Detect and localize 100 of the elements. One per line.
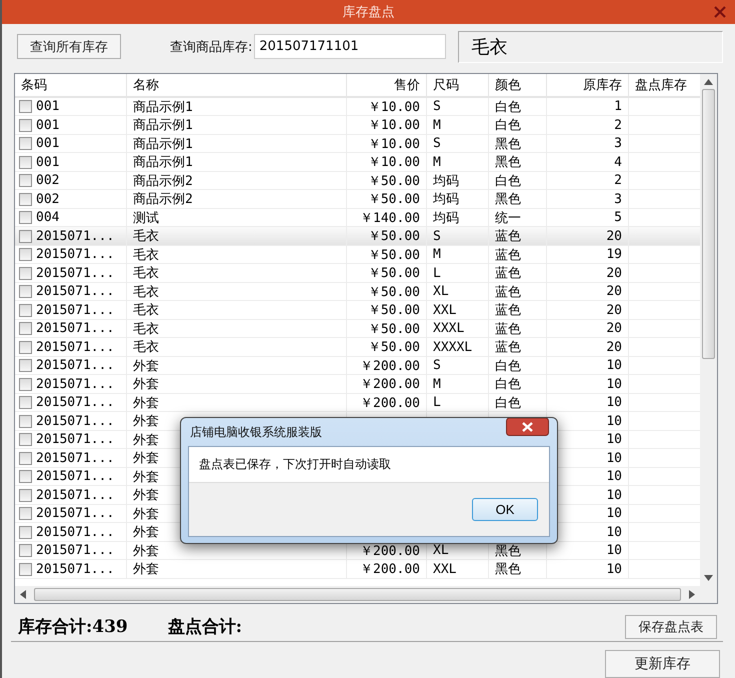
close-icon[interactable] [506, 418, 549, 436]
checkbox[interactable] [19, 526, 32, 539]
table-cell-text: ￥50.00 [368, 228, 420, 245]
checkbox[interactable] [19, 507, 32, 520]
table-cell: 2015071... [36, 395, 114, 410]
table-cell: S [433, 136, 441, 152]
checkbox[interactable] [19, 137, 32, 150]
count-total: 盘点合计: [168, 616, 242, 638]
scrollbar-thumb[interactable] [702, 88, 715, 359]
checkbox[interactable] [19, 266, 32, 280]
checkbox[interactable] [19, 414, 32, 428]
column-header[interactable]: 名称 [127, 74, 347, 96]
table-row[interactable]: 2015071... 毛衣 ￥50.00 XL 蓝色 20 [15, 282, 700, 302]
vertical-scrollbar[interactable] [700, 74, 717, 586]
table-row[interactable]: 2015071... 毛衣 ￥50.00 L 蓝色 20 [15, 264, 700, 283]
checkbox[interactable] [19, 174, 32, 188]
table-cell: 001 [36, 154, 60, 170]
table-row[interactable]: 002 商品示例2 ￥50.00 均码 白色 2 [15, 172, 700, 190]
table-cell: 3 [614, 192, 622, 207]
query-label: 查询商品库存: [170, 38, 252, 56]
update-stock-button[interactable]: 更新库存 [605, 650, 720, 678]
table-cell: 2 [614, 118, 622, 133]
checkbox[interactable] [19, 488, 32, 502]
table-cell-text: ￥140.00 [360, 210, 420, 226]
column-header[interactable]: 颜色 [489, 74, 547, 96]
column-header[interactable]: 原库存 [547, 74, 629, 96]
checkbox[interactable] [19, 192, 32, 206]
table-cell-text: 白色 [495, 172, 521, 190]
checkbox[interactable] [19, 340, 32, 354]
checkbox[interactable] [19, 452, 32, 465]
checkbox[interactable] [19, 100, 32, 114]
table-cell-text: 蓝色 [495, 228, 521, 245]
checkbox[interactable] [19, 322, 32, 336]
table-row[interactable]: 2015071... 外套 ￥200.00 L 白色 10 [15, 394, 700, 412]
table-row[interactable]: 001 商品示例1 ￥10.00 M 白色 2 [15, 116, 700, 135]
table-cell-text: 外套 [133, 432, 159, 448]
table-cell-text: 外套 [133, 450, 159, 467]
table-cell: 2015071... [36, 506, 114, 522]
checkbox[interactable] [19, 156, 32, 169]
table-cell: 2015071... [36, 543, 114, 558]
checkbox[interactable] [19, 285, 32, 298]
left-arrow-icon[interactable] [20, 590, 26, 600]
table-row[interactable]: 001 商品示例1 ￥10.00 S 黑色 3 [15, 134, 700, 154]
down-arrow-icon[interactable] [704, 575, 713, 582]
up-arrow-icon[interactable] [704, 78, 713, 85]
dialog-message: 盘点表已保存，下次打开时自动读取 [199, 456, 391, 473]
query-field[interactable]: 201507171101 [254, 34, 446, 60]
checkbox[interactable] [19, 433, 32, 446]
column-header[interactable]: 售价 [347, 74, 427, 96]
table-row[interactable]: 2015071... 毛衣 ￥50.00 XXXL 蓝色 20 [15, 320, 700, 338]
column-header[interactable]: 条码 [15, 74, 127, 96]
table-cell: XXL [433, 302, 456, 318]
horizontal-scrollbar[interactable] [15, 586, 700, 604]
table-cell: 2015071... [36, 488, 114, 503]
table-row[interactable]: 2015071... 外套 ￥200.00 M 白色 10 [15, 375, 700, 394]
table-row[interactable]: 001 商品示例1 ￥10.00 S 白色 1 [15, 98, 700, 116]
save-count-button[interactable]: 保存盘点表 [625, 614, 717, 639]
table-cell-text: 蓝色 [495, 246, 521, 264]
table-row[interactable]: 2015071... 毛衣 ￥50.00 S 蓝色 20 [15, 227, 700, 246]
table-cell-text: 外套 [133, 542, 159, 560]
checkbox[interactable] [19, 230, 32, 243]
checkbox[interactable] [19, 544, 32, 558]
table-row[interactable]: 004 测试 ￥140.00 均码 统一 5 [15, 208, 700, 228]
table-cell: 10 [606, 376, 622, 392]
table-cell-text: 白色 [495, 98, 521, 116]
table-cell-text: 蓝色 [495, 284, 521, 300]
checkbox[interactable] [19, 359, 32, 372]
checkbox[interactable] [19, 396, 32, 410]
table-row[interactable]: 002 商品示例2 ￥50.00 均码 黑色 3 [15, 190, 700, 209]
table-row[interactable]: 2015071... 毛衣 ￥50.00 XXL 蓝色 20 [15, 301, 700, 320]
checkbox[interactable] [19, 304, 32, 317]
table-cell-text: 毛衣 [133, 284, 159, 300]
table-cell-text: ￥50.00 [368, 265, 420, 282]
scrollbar-thumb[interactable] [34, 588, 681, 602]
checkbox[interactable] [19, 562, 32, 576]
checkbox[interactable] [19, 378, 32, 391]
table-cell-text: 商品示例1 [133, 136, 193, 152]
right-arrow-icon[interactable] [689, 590, 695, 600]
table-cell-text: ￥50.00 [368, 339, 420, 356]
table-row[interactable]: 001 商品示例1 ￥10.00 M 黑色 4 [15, 153, 700, 172]
table-cell: 20 [606, 302, 622, 318]
query-all-button[interactable]: 查询所有库存 [17, 34, 121, 60]
table-cell-text: 蓝色 [495, 302, 521, 319]
table-cell: 4 [614, 154, 622, 170]
checkbox[interactable] [19, 470, 32, 484]
table-cell-text: 商品示例1 [133, 117, 193, 134]
table-cell: 10 [606, 524, 622, 540]
table-row[interactable]: 2015071... 外套 ￥200.00 S 白色 10 [15, 356, 700, 376]
table-cell: M [433, 118, 441, 133]
checkbox[interactable] [19, 211, 32, 224]
table-cell-text: ￥200.00 [360, 376, 420, 393]
table-cell: S [433, 358, 441, 374]
ok-button[interactable]: OK [472, 498, 538, 521]
column-header[interactable]: 尺码 [427, 74, 489, 96]
table-cell: 001 [36, 136, 60, 152]
table-row[interactable]: 2015071... 毛衣 ￥50.00 XXXXL 蓝色 20 [15, 338, 700, 357]
checkbox[interactable] [19, 118, 32, 132]
checkbox[interactable] [19, 248, 32, 262]
table-row[interactable]: 2015071... 毛衣 ￥50.00 M 蓝色 19 [15, 246, 700, 264]
table-row[interactable]: 2015071... 外套 ￥200.00 XXL 黑色 10 [15, 560, 700, 579]
